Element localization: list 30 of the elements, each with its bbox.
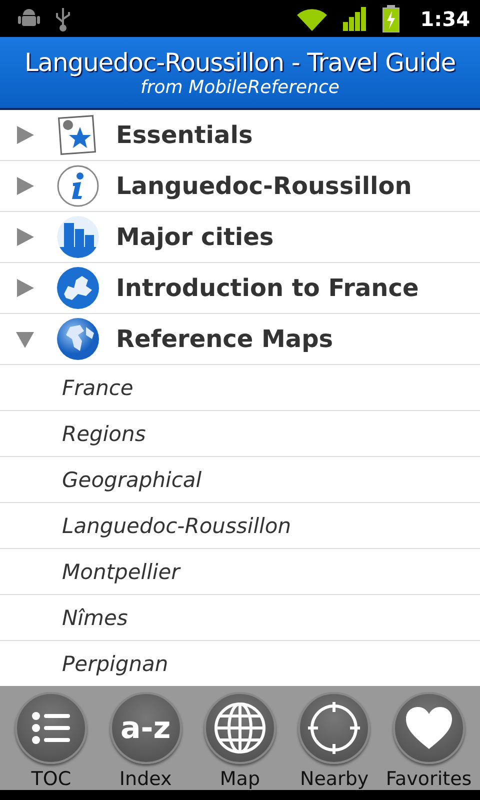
globe-icon: [212, 701, 267, 755]
heart-icon: [404, 705, 454, 751]
globe-icon: [56, 317, 100, 361]
signal-icon: [342, 6, 368, 32]
map-item[interactable]: Geographical: [0, 457, 480, 503]
clock-time: 1:34: [420, 6, 470, 30]
app-subtitle: from MobileReference: [140, 76, 340, 98]
toc-item[interactable]: Major cities: [0, 212, 480, 263]
europe-map-icon: [56, 266, 100, 310]
toc-item[interactable]: Reference Maps: [0, 314, 480, 365]
map-item[interactable]: Nîmes: [0, 595, 480, 641]
expand-arrow-icon[interactable]: [14, 124, 36, 146]
index-glyph: a-z: [120, 710, 171, 746]
map-item[interactable]: Montpellier: [0, 549, 480, 595]
usb-icon: [54, 6, 72, 32]
buildings-icon: [56, 215, 100, 259]
list-icon: [31, 711, 72, 745]
map-item[interactable]: Regions: [0, 411, 480, 457]
toc-item[interactable]: Introduction to France: [0, 263, 480, 314]
expand-arrow-icon[interactable]: [14, 277, 36, 299]
expand-arrow-icon[interactable]: [14, 175, 36, 197]
crosshair-icon: [306, 700, 362, 756]
info-icon: [56, 164, 100, 208]
toc-item[interactable]: Languedoc-Roussillon: [0, 161, 480, 212]
toc-item[interactable]: Essentials: [0, 110, 480, 161]
expand-arrow-icon[interactable]: [14, 226, 36, 248]
map-item[interactable]: Languedoc-Roussillon: [0, 503, 480, 549]
app-title: Languedoc-Roussillon - Travel Guide: [24, 48, 456, 76]
map-item[interactable]: France: [0, 365, 480, 411]
battery-charging-icon: [382, 4, 400, 32]
